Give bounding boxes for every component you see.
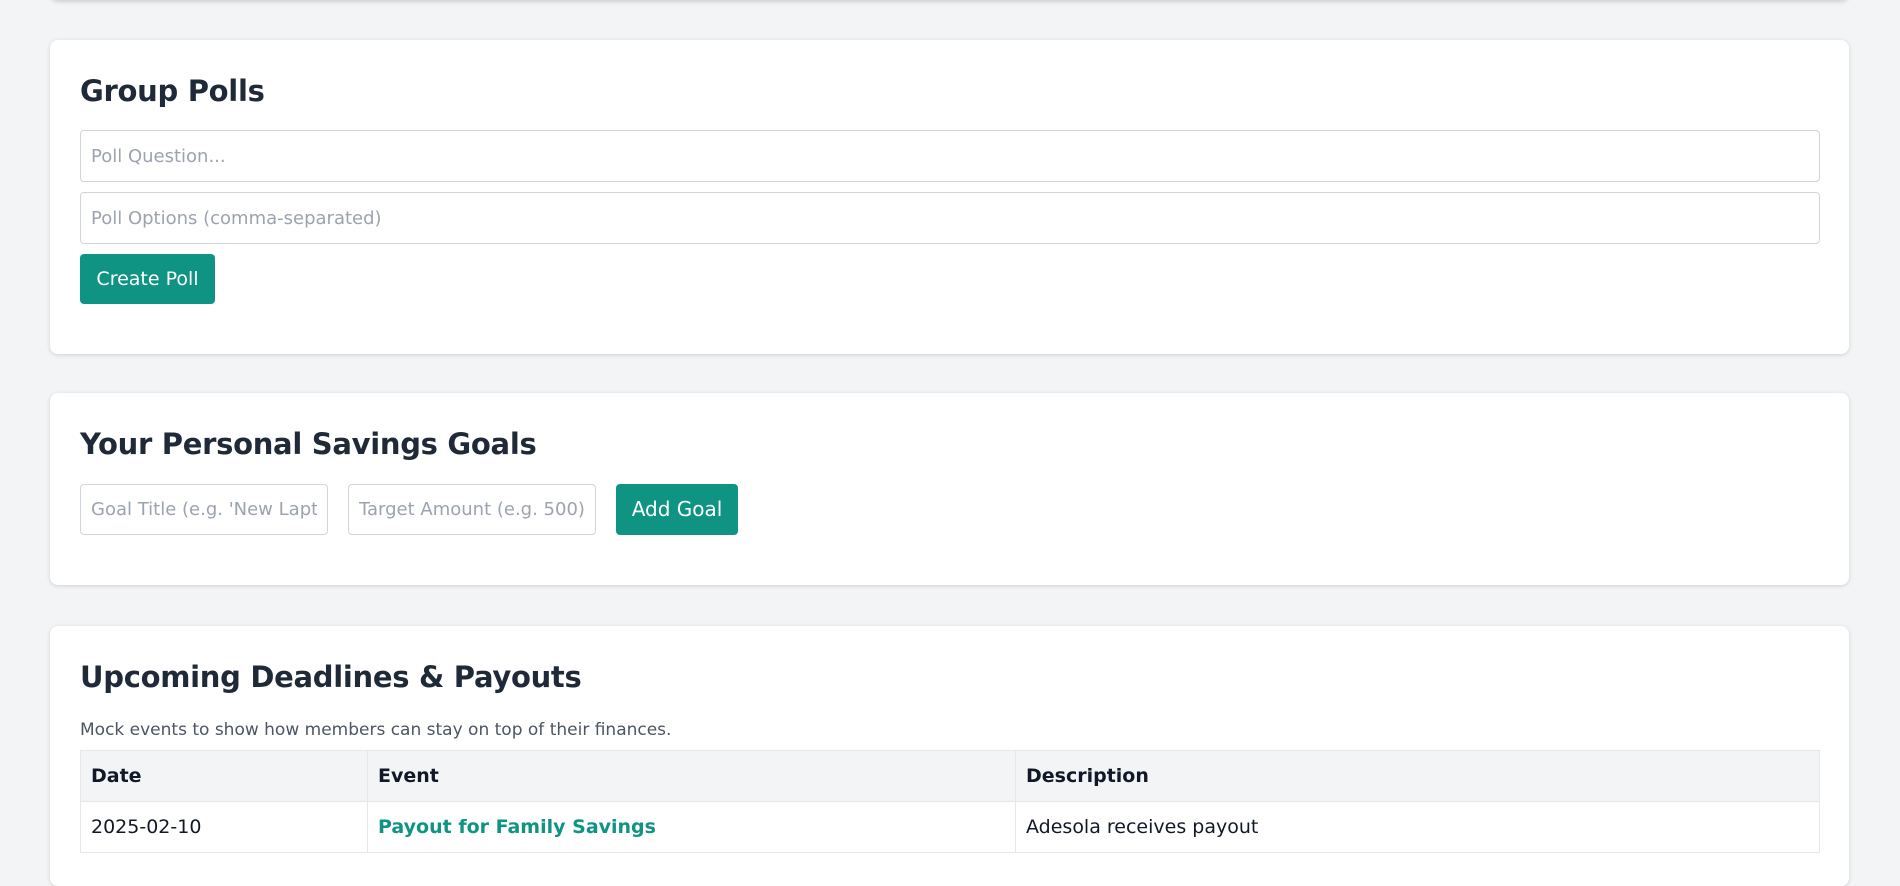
poll-question-input[interactable] — [80, 130, 1820, 182]
savings-goals-title: Your Personal Savings Goals — [80, 427, 537, 461]
row-event-cell: Payout for Family Savings — [367, 801, 1016, 853]
column-header-event: Event — [367, 750, 1016, 802]
deadlines-caption: Mock events to show how members can stay… — [80, 720, 672, 740]
savings-goals-card: Your Personal Savings Goals Add Goal — [50, 393, 1849, 585]
goal-title-input[interactable] — [80, 484, 328, 535]
create-poll-button[interactable]: Create Poll — [80, 254, 215, 304]
deadlines-card: Upcoming Deadlines & Payouts Mock events… — [50, 626, 1849, 886]
row-event-link[interactable]: Payout for Family Savings — [378, 816, 656, 838]
deadlines-title: Upcoming Deadlines & Payouts — [80, 660, 582, 694]
goal-target-amount-input[interactable] — [348, 484, 596, 535]
group-polls-card: Group Polls Create Poll — [50, 40, 1849, 354]
poll-options-input[interactable] — [80, 192, 1820, 244]
row-description: Adesola receives payout — [1015, 801, 1820, 853]
add-goal-button[interactable]: Add Goal — [616, 484, 738, 535]
group-polls-title: Group Polls — [80, 74, 265, 108]
column-header-description: Description — [1015, 750, 1820, 802]
column-header-date: Date — [80, 750, 368, 802]
row-date: 2025-02-10 — [80, 801, 368, 853]
table-row: 2025-02-10 Payout for Family Savings Ade… — [80, 801, 1820, 853]
table-header-row: Date Event Description — [80, 750, 1820, 802]
deadlines-table: Date Event Description 2025-02-10 Payout… — [80, 750, 1820, 853]
